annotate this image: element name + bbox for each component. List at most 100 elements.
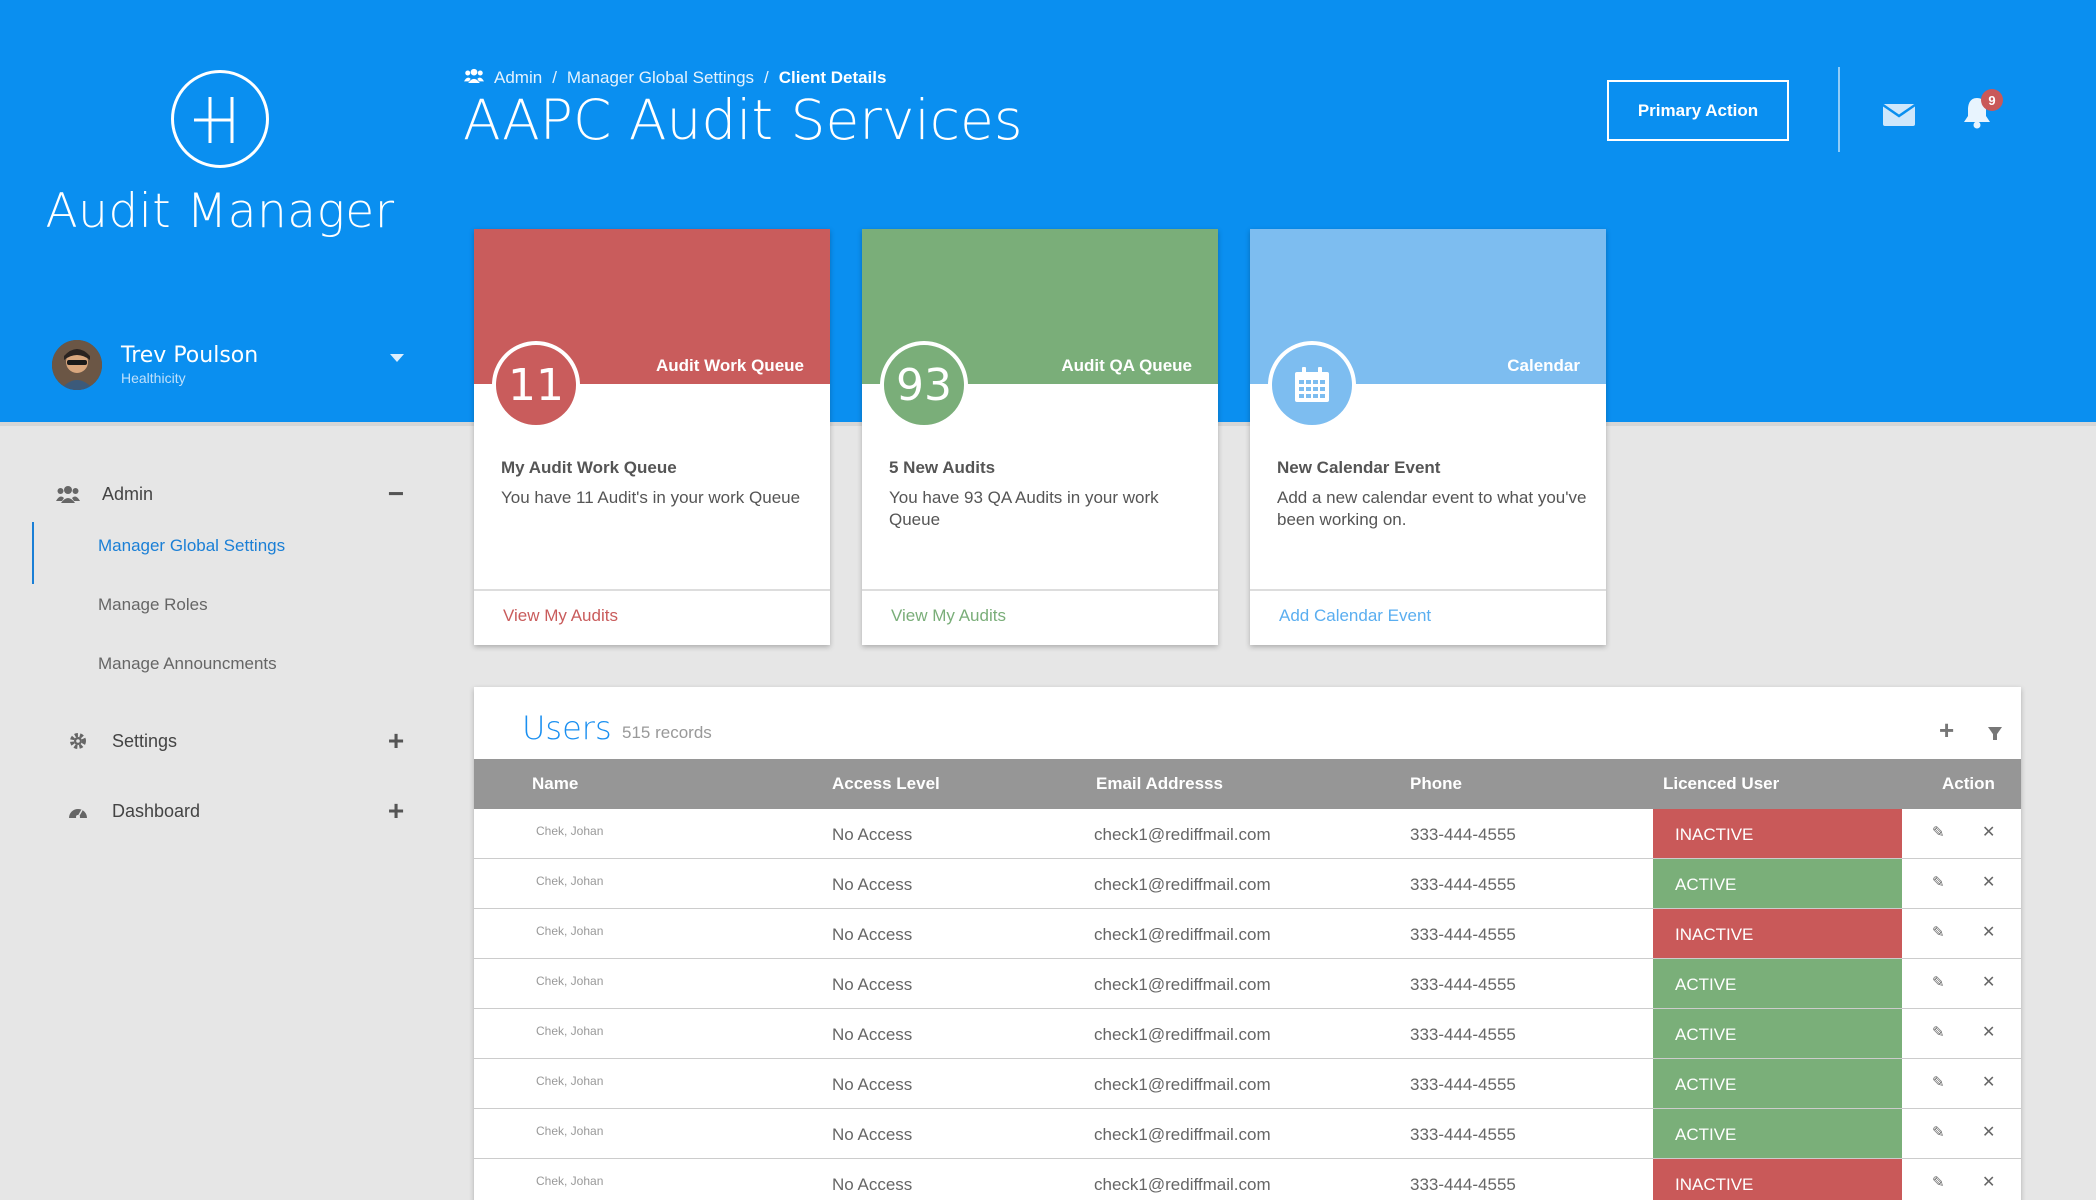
edit-pencil-icon[interactable]: ✎ [1932, 973, 1945, 991]
cell-phone: 333-444-4555 [1410, 825, 1516, 844]
table-row[interactable]: Chek, Johan No Access check1@rediffmail.co… [474, 1059, 2021, 1109]
notification-badge: 9 [1981, 89, 2003, 111]
cell-email: check1@rediffmail.com [1094, 825, 1271, 844]
edit-pencil-icon[interactable]: ✎ [1932, 1173, 1945, 1191]
cell-phone: 333-444-4555 [1410, 1025, 1516, 1044]
breadcrumb: Admin / Manager Global Settings / Client… [464, 68, 886, 88]
edit-pencil-icon[interactable]: ✎ [1932, 823, 1945, 841]
status-badge: INACTIVE [1653, 909, 1902, 958]
user-name[interactable]: Trev Poulson [121, 343, 258, 368]
cell-phone: 333-444-4555 [1410, 1175, 1516, 1194]
card-count: 11 [492, 341, 580, 429]
edit-pencil-icon[interactable]: ✎ [1932, 1123, 1945, 1141]
edit-pencil-icon[interactable]: ✎ [1932, 1023, 1945, 1041]
add-user-icon[interactable]: + [1939, 715, 1954, 746]
card-calendar: Calendar New Calendar Event Add a new ca… [1250, 229, 1606, 645]
cell-phone: 333-444-4555 [1410, 1125, 1516, 1144]
sidebar-group-admin[interactable]: Admin − [56, 478, 406, 510]
users-record-count: 515 records [622, 723, 712, 742]
table-row[interactable]: Chek, Johan No Access check1@rediffmail.co… [474, 859, 2021, 909]
table-row[interactable]: Chek, Johan No Access check1@rediffmail.co… [474, 909, 2021, 959]
cell-name: Chek, Johan [536, 1024, 604, 1038]
delete-x-icon[interactable]: ✕ [1982, 922, 1995, 942]
delete-x-icon[interactable]: ✕ [1982, 1172, 1995, 1192]
sidebar-group-label: Settings [112, 730, 178, 751]
edit-pencil-icon[interactable]: ✎ [1932, 1073, 1945, 1091]
sidebar-group-settings[interactable]: Settings + [66, 725, 406, 757]
delete-x-icon[interactable]: ✕ [1982, 872, 1995, 892]
card-title: My Audit Work Queue [501, 458, 677, 477]
user-org: Healthicity [121, 370, 186, 386]
table-row[interactable]: Chek, Johan No Access check1@rediffmail.co… [474, 1009, 2021, 1059]
breadcrumb-admin[interactable]: Admin [494, 68, 542, 88]
delete-x-icon[interactable]: ✕ [1982, 1122, 1995, 1142]
status-badge: ACTIVE [1653, 1009, 1902, 1058]
column-header-access-level[interactable]: Access Level [832, 774, 940, 794]
calendar-icon [1268, 341, 1356, 429]
cell-phone: 333-444-4555 [1410, 975, 1516, 994]
header-divider [1838, 67, 1840, 152]
mail-icon[interactable] [1882, 102, 1916, 131]
table-row[interactable]: Chek, Johan No Access check1@rediffmail.co… [474, 809, 2021, 859]
cell-access-level: No Access [832, 1075, 913, 1094]
collapse-icon[interactable]: − [386, 478, 406, 510]
app-title: Audit Manager [45, 184, 395, 239]
status-badge: ACTIVE [1653, 959, 1902, 1008]
column-header-email[interactable]: Email Addresss [1096, 774, 1223, 794]
card-body: You have 11 Audit's in your work Queue [501, 488, 801, 507]
primary-action-button[interactable]: Primary Action [1607, 80, 1789, 141]
card-title: 5 New Audits [889, 458, 996, 477]
sidebar-group-dashboard[interactable]: Dashboard + [66, 795, 406, 827]
sidebar-item-manager-global-settings[interactable]: Manager Global Settings [98, 536, 285, 556]
card-count: 93 [880, 341, 968, 429]
cell-email: check1@rediffmail.com [1094, 875, 1271, 894]
cell-phone: 333-444-4555 [1410, 875, 1516, 894]
sidebar-item-manage-announcements[interactable]: Manage Announcments [98, 654, 277, 674]
breadcrumb-separator: / [764, 68, 769, 87]
delete-x-icon[interactable]: ✕ [1982, 1022, 1995, 1042]
edit-pencil-icon[interactable]: ✎ [1932, 873, 1945, 891]
avatar[interactable] [52, 340, 102, 390]
delete-x-icon[interactable]: ✕ [1982, 822, 1995, 842]
card-body: You have 93 QA Audits in your work Queue [889, 488, 1159, 529]
sidebar-item-manage-roles[interactable]: Manage Roles [98, 595, 208, 615]
column-header-name[interactable]: Name [532, 774, 578, 794]
view-my-audits-link[interactable]: View My Audits [891, 606, 1006, 626]
card-audit-work-queue: Audit Work Queue 11 My Audit Work Queue … [474, 229, 830, 645]
cell-access-level: No Access [832, 1125, 913, 1144]
chevron-down-icon[interactable] [390, 354, 404, 362]
cell-name: Chek, Johan [536, 1074, 604, 1088]
table-row[interactable]: Chek, Johan No Access check1@rediffmail.co… [474, 1109, 2021, 1159]
edit-pencil-icon[interactable]: ✎ [1932, 923, 1945, 941]
sidebar-group-label: Dashboard [112, 800, 201, 821]
card-audit-qa-queue: Audit QA Queue 93 5 New Audits You have … [862, 229, 1218, 645]
cell-name: Chek, Johan [536, 824, 604, 838]
expand-icon[interactable]: + [386, 795, 406, 827]
card-label: Audit QA Queue [1061, 356, 1192, 375]
table-row[interactable]: Chek, Johan No Access check1@rediffmail.co… [474, 1159, 2021, 1200]
column-header-phone[interactable]: Phone [1410, 774, 1462, 794]
column-header-licenced-user[interactable]: Licenced User [1663, 774, 1779, 794]
table-header: Name Access Level Email Addresss Phone L… [474, 759, 2021, 809]
add-calendar-event-link[interactable]: Add Calendar Event [1279, 606, 1431, 626]
table-row[interactable]: Chek, Johan No Access check1@rediffmail.co… [474, 959, 2021, 1009]
cell-name: Chek, Johan [536, 1124, 604, 1138]
status-badge: ACTIVE [1653, 1109, 1902, 1158]
status-badge: INACTIVE [1653, 809, 1902, 858]
cell-phone: 333-444-4555 [1410, 1075, 1516, 1094]
delete-x-icon[interactable]: ✕ [1982, 1072, 1995, 1092]
view-my-audits-link[interactable]: View My Audits [503, 606, 618, 626]
cell-access-level: No Access [832, 1025, 913, 1044]
card-label: Calendar [1507, 356, 1580, 375]
expand-icon[interactable]: + [386, 725, 406, 757]
cell-access-level: No Access [832, 925, 913, 944]
users-icon [464, 68, 484, 88]
status-badge: INACTIVE [1653, 1159, 1902, 1200]
users-icon [56, 484, 80, 504]
cell-name: Chek, Johan [536, 1174, 604, 1188]
delete-x-icon[interactable]: ✕ [1982, 972, 1995, 992]
users-title: Users [522, 709, 612, 747]
breadcrumb-manager-global-settings[interactable]: Manager Global Settings [567, 68, 754, 88]
column-header-action: Action [1942, 774, 1995, 793]
card-label: Audit Work Queue [656, 356, 804, 375]
